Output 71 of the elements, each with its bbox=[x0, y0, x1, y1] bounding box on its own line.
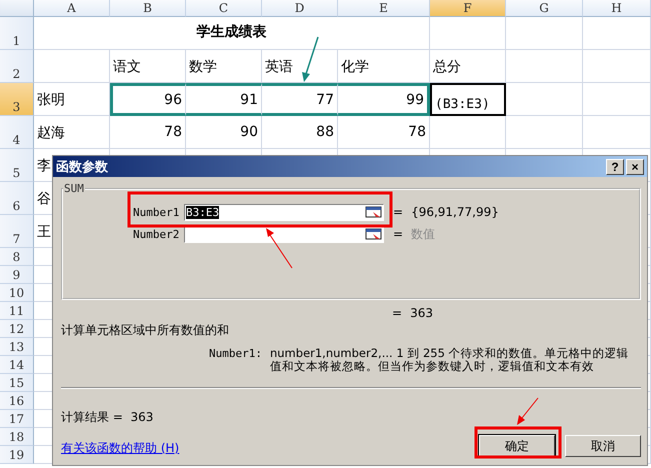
argument-label: Number1 bbox=[133, 206, 180, 218]
row-header[interactable]: 8 bbox=[0, 248, 34, 266]
table-cell: 化学 bbox=[338, 50, 430, 83]
column-header[interactable]: H bbox=[583, 0, 651, 17]
table-cell bbox=[583, 83, 651, 116]
argument-result: 数值 bbox=[411, 226, 436, 242]
collapse-dialog-icon[interactable] bbox=[365, 227, 383, 241]
table-cell: 90 bbox=[186, 116, 262, 149]
column-header[interactable]: A bbox=[34, 0, 110, 17]
column-header[interactable]: D bbox=[262, 0, 338, 17]
row-header[interactable]: 1 bbox=[0, 17, 34, 50]
annotation-arrow bbox=[302, 36, 319, 82]
row-header[interactable]: 17 bbox=[0, 410, 34, 428]
row-header[interactable]: 7 bbox=[0, 215, 34, 248]
formula-result: 363 bbox=[410, 306, 433, 320]
table-cell: 数学 bbox=[186, 50, 262, 83]
row-header[interactable]: 13 bbox=[0, 338, 34, 356]
help-link[interactable]: 有关该函数的帮助 (H) bbox=[61, 440, 180, 457]
row-header[interactable]: 3 bbox=[0, 83, 34, 116]
table-cell: 78 bbox=[110, 116, 186, 149]
collapse-dialog-icon[interactable] bbox=[365, 205, 383, 219]
table-cell bbox=[583, 50, 651, 83]
table-cell: 99 bbox=[338, 83, 430, 116]
table-cell: 88 bbox=[262, 116, 338, 149]
table-cell: 学生成绩表 bbox=[34, 17, 430, 50]
group-label: SUM bbox=[63, 182, 85, 195]
function-description: 计算单元格区域中所有数值的和 bbox=[61, 322, 230, 339]
dialog-button[interactable]: 确定 bbox=[479, 435, 555, 457]
table-cell: 96 bbox=[110, 83, 186, 116]
calculation-result: 计算结果 = 363 bbox=[61, 409, 154, 426]
column-header[interactable]: B bbox=[110, 0, 186, 17]
row-header[interactable]: 2 bbox=[0, 50, 34, 83]
table-cell: 赵海 bbox=[34, 116, 110, 149]
table-cell: 语文 bbox=[110, 50, 186, 83]
equals-sign: = bbox=[393, 205, 404, 219]
row-header[interactable]: 11 bbox=[0, 302, 34, 320]
row-header[interactable]: 15 bbox=[0, 374, 34, 392]
column-header[interactable]: F bbox=[430, 0, 506, 17]
column-header[interactable]: E bbox=[338, 0, 430, 17]
input-field[interactable]: B3:E3 bbox=[184, 204, 384, 220]
table-cell: 78 bbox=[338, 116, 430, 149]
row-header[interactable]: 9 bbox=[0, 266, 34, 284]
table-cell: (B3:E3) bbox=[430, 83, 506, 116]
argument-label: Number2 bbox=[133, 228, 180, 240]
argument-result: {96,91,77,99} bbox=[411, 205, 499, 219]
column-header[interactable]: C bbox=[186, 0, 262, 17]
row-header[interactable]: 6 bbox=[0, 182, 34, 215]
window-title: 函数参数 bbox=[56, 158, 108, 176]
table-cell: 张明 bbox=[34, 83, 110, 116]
row-header[interactable]: 10 bbox=[0, 284, 34, 302]
equals-sign: = bbox=[392, 306, 402, 320]
column-header[interactable]: G bbox=[506, 0, 583, 17]
table-cell bbox=[583, 17, 651, 50]
annotation-arrow bbox=[266, 228, 292, 268]
row-header[interactable]: 19 bbox=[0, 446, 34, 464]
row-header[interactable]: 16 bbox=[0, 392, 34, 410]
help-button[interactable]: ? bbox=[606, 158, 624, 174]
row-header[interactable]: 18 bbox=[0, 428, 34, 446]
row-header[interactable]: 5 bbox=[0, 149, 34, 182]
table-cell: 77 bbox=[262, 83, 338, 116]
argument-help-text: number1,number2,... 1 到 255 个待求和的数值。单元格中的逻辑值和文本将被忽略。但当作为参数键入时，逻辑值和文本有效 bbox=[270, 347, 630, 373]
table-cell: 总分 bbox=[430, 50, 506, 83]
annotation-arrow bbox=[517, 398, 538, 425]
equals-sign: = bbox=[393, 227, 404, 241]
dialog-button[interactable]: 取消 bbox=[565, 435, 641, 457]
row-header[interactable]: 12 bbox=[0, 320, 34, 338]
row-header[interactable]: 14 bbox=[0, 356, 34, 374]
argument-help-label: Number1: bbox=[209, 347, 262, 362]
table-cell: 91 bbox=[186, 83, 262, 116]
row-header[interactable]: 4 bbox=[0, 116, 34, 149]
close-button[interactable]: × bbox=[626, 158, 644, 174]
